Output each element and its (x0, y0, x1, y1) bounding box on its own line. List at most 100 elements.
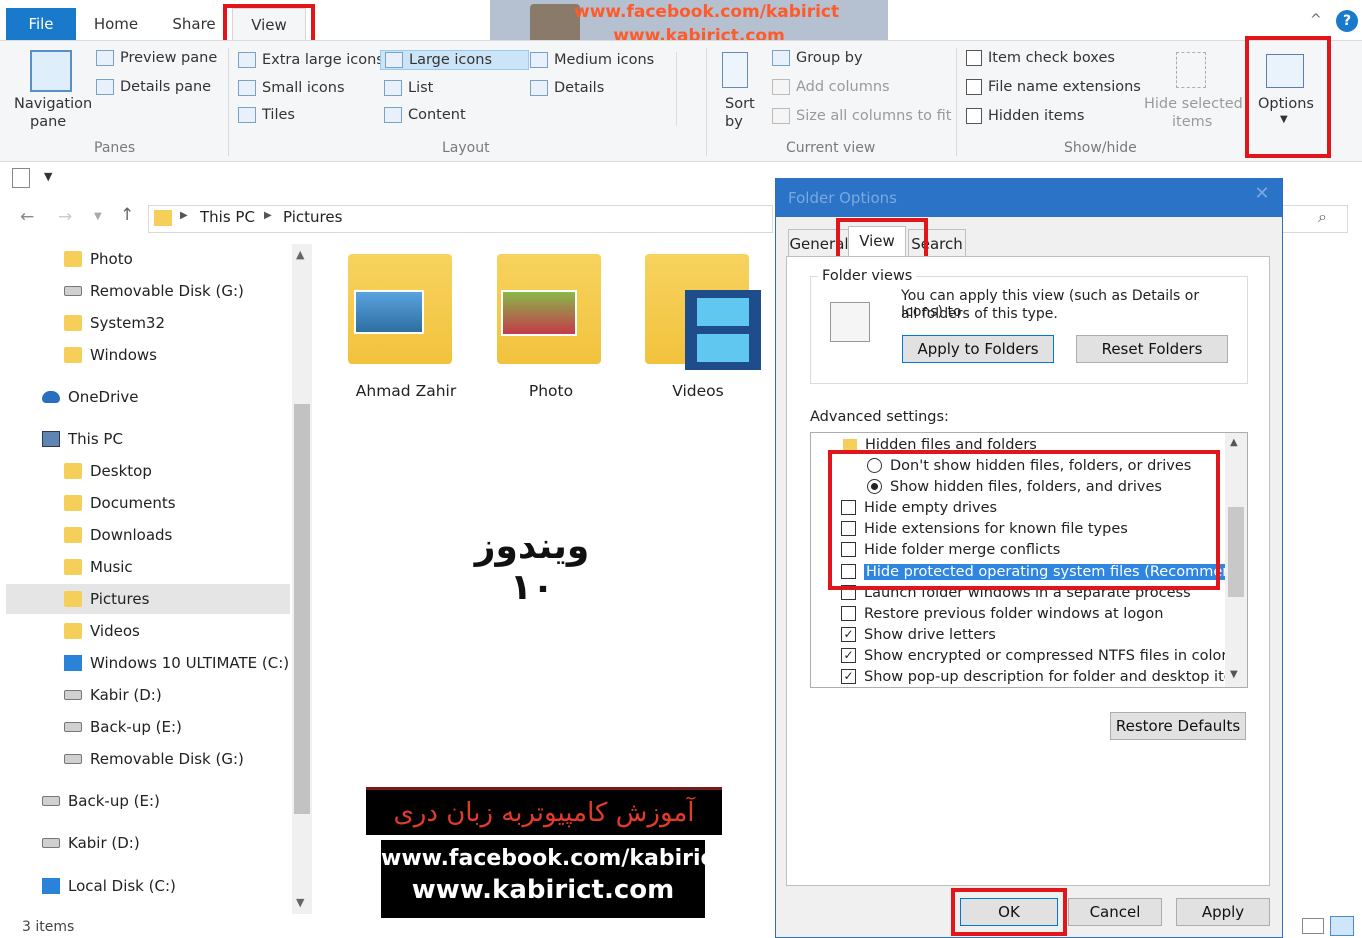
nav-item-windows-c[interactable]: Windows 10 ULTIMATE (C:) (64, 648, 289, 678)
setting-show-popup[interactable]: ✓ Show pop-up description for folder and … (841, 666, 1247, 687)
sort-by-label[interactable]: Sort (725, 96, 755, 112)
forward-icon[interactable]: → (58, 207, 72, 227)
large-icons-icon (385, 52, 403, 68)
reset-folders-button[interactable]: Reset Folders (1076, 335, 1228, 363)
nav-item-backup-e[interactable]: Back-up (E:) (64, 712, 182, 742)
medium-icons-button[interactable]: Medium icons (530, 52, 654, 68)
settings-scrollbar-thumb[interactable] (1228, 507, 1244, 597)
nav-item-local-disk-c[interactable]: Local Disk (C:) (42, 871, 176, 901)
details-icon (530, 80, 548, 96)
facebook-url: www.facebook.com/kabirict (381, 846, 725, 871)
navigation-pane-label-2[interactable]: pane (30, 114, 66, 130)
add-columns-button[interactable]: Add columns (772, 79, 890, 95)
nav-item-photo[interactable]: Photo (64, 244, 133, 274)
tab-share[interactable]: Share (166, 8, 222, 40)
back-icon[interactable]: ← (20, 207, 34, 227)
nav-item-kabir-d[interactable]: Kabir (D:) (64, 680, 162, 710)
tiles-button[interactable]: Tiles (238, 107, 295, 123)
preview-pane-button[interactable]: Preview pane (96, 50, 217, 66)
nav-item-kabir-d-2[interactable]: Kabir (D:) (42, 828, 140, 858)
navigation-pane-icon[interactable] (30, 50, 72, 92)
nav-label: This PC (68, 430, 123, 448)
setting-show-drive-letters[interactable]: ✓ Show drive letters (841, 624, 996, 645)
breadcrumb-this-pc[interactable]: This PC (200, 208, 255, 226)
apply-button[interactable]: Apply (1176, 898, 1270, 926)
details-button[interactable]: Details (530, 80, 604, 96)
small-icons-icon (238, 80, 256, 96)
nav-item-system32[interactable]: System32 (64, 308, 165, 338)
recent-locations-icon[interactable]: ▼ (94, 211, 102, 222)
hide-selected-label-2[interactable]: items (1172, 114, 1212, 130)
nav-label: Kabir (D:) (68, 834, 140, 852)
nav-item-onedrive[interactable]: OneDrive (42, 382, 139, 412)
nav-scrollbar-thumb[interactable] (294, 404, 310, 814)
nav-item-music[interactable]: Music (64, 552, 133, 582)
scroll-down-icon[interactable]: ▼ (1230, 669, 1238, 680)
setting-label: Restore previous folder windows at logon (864, 605, 1164, 622)
list-button[interactable]: List (384, 80, 433, 96)
size-columns-button[interactable]: Size all columns to fit (772, 108, 951, 124)
hide-selected-icon[interactable] (1176, 52, 1206, 88)
tab-file[interactable]: File (6, 8, 76, 40)
sort-by-label-2[interactable]: by (725, 114, 743, 130)
nav-label: Desktop (90, 462, 152, 480)
cancel-button[interactable]: Cancel (1068, 898, 1162, 926)
small-icons-button[interactable]: Small icons (238, 80, 345, 96)
scroll-up-icon[interactable]: ▲ (1230, 437, 1238, 448)
large-icons-view-icon[interactable] (1330, 916, 1354, 936)
list-label: List (408, 80, 434, 96)
setting-restore-previous[interactable]: Restore previous folder windows at logon (841, 603, 1163, 624)
up-icon[interactable]: ↑ (120, 205, 134, 225)
nav-item-pictures[interactable]: Pictures (6, 584, 290, 614)
layout-gallery-scroll[interactable] (676, 52, 692, 126)
customize-toolbar-icon[interactable]: ▼ (44, 170, 52, 183)
preview-pane-icon (96, 50, 114, 66)
nav-item-downloads[interactable]: Downloads (64, 520, 172, 550)
search-icon[interactable]: ⌕ (1318, 207, 1327, 227)
restore-defaults-button[interactable]: Restore Defaults (1110, 712, 1246, 740)
hidden-items-toggle[interactable]: Hidden items (966, 108, 1084, 124)
video-film-icon (685, 290, 761, 370)
apply-to-folders-button[interactable]: Apply to Folders (902, 335, 1054, 363)
nav-item-removable-g[interactable]: Removable Disk (G:) (64, 744, 244, 774)
navigation-pane-label[interactable]: Navigation (14, 96, 92, 112)
tab-home[interactable]: Home (86, 8, 146, 40)
help-icon[interactable]: ? (1336, 10, 1358, 32)
details-pane-button[interactable]: Details pane (96, 79, 211, 95)
settings-scrollbar[interactable]: ▲ ▼ (1225, 433, 1247, 687)
close-icon[interactable]: ✕ (1250, 182, 1274, 206)
properties-icon[interactable] (12, 168, 30, 188)
details-view-icon[interactable] (1302, 918, 1324, 934)
folder-tile-ahmad-zahir[interactable] (348, 254, 452, 364)
folder-label: Ahmad Zahir (355, 382, 457, 400)
folder-icon (64, 347, 82, 363)
item-check-boxes-toggle[interactable]: Item check boxes (966, 50, 1115, 66)
add-columns-icon (772, 79, 790, 95)
breadcrumb-pictures[interactable]: Pictures (283, 208, 342, 226)
setting-show-encrypted[interactable]: ✓ Show encrypted or compressed NTFS files… (841, 645, 1227, 666)
nav-item-desktop[interactable]: Desktop (64, 456, 152, 486)
nav-label: Downloads (90, 526, 173, 544)
sort-by-icon[interactable] (722, 52, 748, 88)
folder-tile-videos[interactable] (645, 254, 761, 370)
videos-folder-icon (64, 623, 82, 639)
collapse-ribbon-icon[interactable]: ^ (1310, 12, 1322, 28)
nav-item-removable-disk[interactable]: Removable Disk (G:) (64, 276, 244, 306)
nav-item-videos[interactable]: Videos (64, 616, 140, 646)
onedrive-icon (42, 391, 60, 403)
scroll-up-icon[interactable]: ▲ (296, 248, 304, 261)
group-by-button[interactable]: Group by (772, 50, 863, 66)
item-check-boxes-checkbox (966, 50, 982, 66)
file-name-extensions-toggle[interactable]: File name extensions (966, 79, 1141, 95)
large-icons-button[interactable]: Large icons (380, 50, 530, 70)
content-button[interactable]: Content (384, 107, 466, 123)
film-frame-icon (697, 334, 749, 362)
nav-item-windows[interactable]: Windows (64, 340, 157, 370)
hide-selected-label[interactable]: Hide selected (1144, 96, 1243, 112)
scroll-down-icon[interactable]: ▼ (296, 896, 304, 909)
nav-item-documents[interactable]: Documents (64, 488, 176, 518)
nav-item-backup-e-2[interactable]: Back-up (E:) (42, 786, 160, 816)
folder-tile-photo[interactable] (497, 254, 601, 364)
extra-large-icons-button[interactable]: Extra large icons (238, 52, 384, 68)
nav-item-this-pc[interactable]: This PC (42, 424, 123, 454)
